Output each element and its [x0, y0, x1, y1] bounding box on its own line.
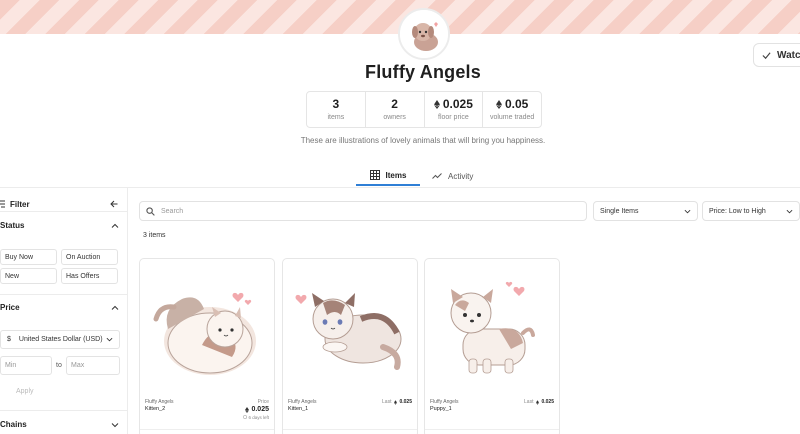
- status-chip-on-auction[interactable]: On Auction: [61, 249, 118, 265]
- stat-value: 3: [332, 97, 340, 111]
- to-label: to: [56, 362, 62, 369]
- last-price: 0.025: [541, 399, 554, 405]
- currency-label: United States Dollar (USD): [18, 336, 103, 343]
- currency-select[interactable]: $ United States Dollar (USD): [0, 330, 120, 349]
- status-chip-new[interactable]: New: [0, 268, 57, 284]
- stat-label: owners: [383, 114, 406, 121]
- nft-collection: Fluffy Angels: [430, 399, 459, 405]
- sort-value: Price: Low to High: [709, 207, 766, 215]
- trend-icon: [432, 173, 442, 179]
- status-chip-buy-now[interactable]: Buy Now: [0, 249, 57, 265]
- filter-label: Filter: [10, 199, 30, 209]
- tab-label: Items: [385, 170, 407, 180]
- price-max-input[interactable]: Max: [66, 356, 120, 375]
- collection-stats: 3 items 2 owners 0.025 floor price 0.05 …: [306, 91, 542, 128]
- chevron-down-icon: [106, 337, 113, 342]
- last-label: Last: [524, 399, 534, 405]
- stat-value: 0.05: [504, 97, 529, 111]
- nft-price: 0.025: [245, 406, 269, 413]
- price-section-title[interactable]: Price: [0, 303, 20, 312]
- grid-icon: [369, 170, 380, 180]
- tab-activity[interactable]: Activity: [420, 166, 485, 186]
- tab-label: Activity: [448, 171, 474, 181]
- status-section-title[interactable]: Status: [0, 221, 24, 230]
- last-sale: Last 0.025: [382, 399, 412, 405]
- collection-description: These are illustrations of lovely animal…: [300, 136, 546, 145]
- nft-card-kitten-1[interactable]: Fluffy Angels Kitten_1 Last 0.025: [282, 258, 418, 434]
- chevron-down-icon: [684, 209, 691, 213]
- collection-title: Fluffy Angels: [365, 62, 481, 82]
- sort-select[interactable]: Price: Low to High: [702, 201, 800, 221]
- price-value: 0.025: [251, 406, 269, 413]
- stat-items: 3 items: [307, 92, 366, 127]
- currency-symbol: $: [7, 336, 11, 343]
- nft-collection: Fluffy Angels: [288, 399, 317, 405]
- price-label: Price: [257, 399, 269, 405]
- nft-collection: Fluffy Angels: [145, 399, 174, 405]
- nft-name: Puppy_1: [430, 406, 452, 412]
- divider: [425, 429, 559, 430]
- watch-label: Watchi: [777, 49, 800, 61]
- nft-name: Kitten_1: [288, 406, 309, 412]
- eth-icon: [536, 399, 540, 405]
- nft-image: [425, 259, 559, 395]
- stat-floor-price: 0.025 floor price: [425, 92, 484, 127]
- days-left: 6 days left: [243, 415, 269, 420]
- days-left-text: 6 days left: [248, 415, 269, 420]
- item-type-value: Single Items: [600, 207, 639, 215]
- filter-icon: [0, 200, 5, 208]
- items-count: 3 items: [143, 232, 166, 239]
- filter-sidebar: Filter Status Buy Now On Auction New Has…: [0, 188, 128, 434]
- chains-section-title[interactable]: Chains: [0, 420, 27, 429]
- divider: [140, 429, 274, 430]
- nft-card-kitten-2[interactable]: Fluffy Angels Kitten_2 Price 0.025 6 day…: [139, 258, 275, 434]
- status-chip-has-offers[interactable]: Has Offers: [61, 268, 118, 284]
- divider: [0, 211, 128, 212]
- check-icon: [762, 51, 771, 59]
- nft-image: [140, 259, 274, 395]
- eth-icon: [245, 406, 250, 413]
- eth-icon: [433, 99, 440, 109]
- last-label: Last: [382, 399, 392, 405]
- chevron-up-icon[interactable]: [111, 222, 119, 230]
- clock-icon: [243, 415, 248, 419]
- stat-value: 2: [391, 97, 398, 111]
- last-price: 0.025: [399, 399, 412, 405]
- stat-label: floor price: [438, 114, 469, 121]
- tab-items[interactable]: Items: [356, 166, 420, 186]
- divider: [283, 429, 417, 430]
- stat-label: volume traded: [489, 114, 535, 121]
- stat-volume: 0.05 volume traded: [483, 92, 541, 127]
- search-icon: [146, 206, 155, 216]
- item-type-select[interactable]: Single Items: [593, 201, 698, 221]
- tab-bar: Items Activity: [356, 166, 485, 186]
- divider: [0, 294, 128, 295]
- nft-name: Kitten_2: [145, 406, 166, 412]
- nft-card-puppy-1[interactable]: Fluffy Angels Puppy_1 Last 0.025: [424, 258, 560, 434]
- chevron-up-icon[interactable]: [111, 304, 119, 312]
- search-input[interactable]: Search: [139, 201, 587, 221]
- eth-icon: [495, 99, 502, 109]
- stat-label: items: [327, 114, 345, 121]
- nft-image: [283, 259, 417, 395]
- stat-value: 0.025: [442, 97, 473, 111]
- chevron-down-icon[interactable]: [111, 421, 119, 429]
- eth-icon: [394, 399, 398, 405]
- chevron-down-icon: [786, 209, 793, 213]
- collection-avatar: [398, 8, 450, 60]
- stat-owners: 2 owners: [366, 92, 425, 127]
- divider: [0, 410, 128, 411]
- price-min-input[interactable]: Min: [0, 356, 52, 375]
- apply-button[interactable]: Apply: [16, 388, 34, 395]
- arrow-left-icon[interactable]: [110, 200, 118, 208]
- search-placeholder: Search: [161, 207, 184, 215]
- last-sale: Last 0.025: [524, 399, 554, 405]
